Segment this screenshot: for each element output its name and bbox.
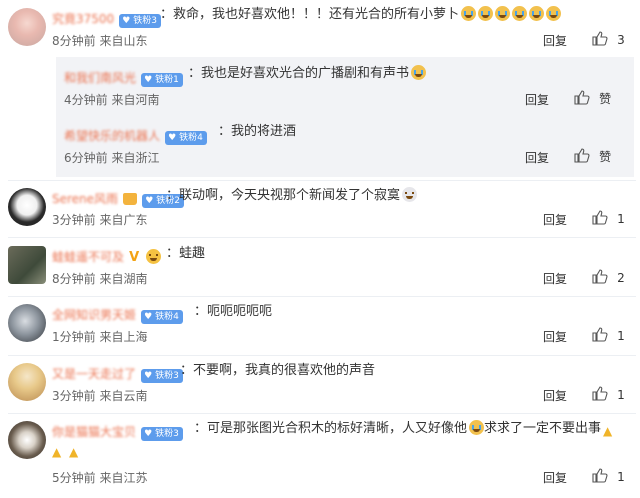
thumbs-up-icon bbox=[592, 468, 608, 483]
divider bbox=[8, 180, 636, 181]
crown-icon bbox=[123, 193, 138, 205]
reply-meta: 4分钟前 来自河南 bbox=[64, 93, 160, 107]
comment-header: 又是一天走过了 ♥ 铁粉3 bbox=[52, 363, 183, 383]
thumbs-up-icon bbox=[592, 31, 608, 46]
fan-badge-icon: ♥ bbox=[122, 16, 131, 26]
username-link[interactable]: 又是一天走过了 bbox=[52, 367, 136, 381]
fan-badge-icon: ♥ bbox=[145, 196, 154, 206]
fan-badge: ♥ 铁粉3 bbox=[141, 369, 183, 383]
praying-hands-icon: ▲ bbox=[603, 424, 613, 438]
thumbs-up-icon bbox=[592, 269, 608, 284]
praying-hands-icon: ▲ bbox=[52, 445, 62, 459]
praying-hands-icon: ▲ bbox=[69, 445, 79, 459]
thumbs-up-icon bbox=[574, 148, 590, 163]
comment-header: 你是猫猫大宝贝 ♥ 铁粉3 bbox=[52, 421, 183, 441]
reply-button[interactable]: 回复 bbox=[543, 328, 567, 345]
reply-button[interactable]: 回复 bbox=[543, 32, 567, 49]
thumbs-up-icon bbox=[574, 90, 590, 105]
comment-meta: 8分钟前 来自山东 bbox=[52, 34, 148, 48]
comment-text: ：不要啊，我真的很喜欢他的声音 bbox=[180, 363, 376, 378]
like-button[interactable]: 1 bbox=[592, 386, 625, 405]
fan-badge: ♥ 铁粉1 bbox=[141, 73, 183, 87]
reply-button[interactable]: 回复 bbox=[543, 387, 567, 404]
comment-meta: 1分钟前 来自上海 bbox=[52, 330, 148, 344]
comment-meta: 3分钟前 来自云南 bbox=[52, 389, 148, 403]
reply-button[interactable]: 回复 bbox=[543, 211, 567, 228]
comment-text: ：呃呃呃呃呃 bbox=[194, 304, 273, 319]
username-link[interactable]: 你是猫猫大宝贝 bbox=[52, 425, 136, 439]
reply-button[interactable]: 回复 bbox=[525, 149, 549, 166]
fan-badge: ♥ 铁粉4 bbox=[141, 310, 183, 324]
fan-badge-icon: ♥ bbox=[144, 75, 153, 85]
avatar[interactable] bbox=[8, 421, 46, 459]
thumbs-up-icon bbox=[592, 327, 608, 342]
reply-button[interactable]: 回复 bbox=[525, 91, 549, 108]
reply-text: ：我也是好喜欢光合的广播剧和有声书 bbox=[188, 65, 427, 83]
fan-badge-icon: ♥ bbox=[168, 133, 177, 143]
crying-emoji-icon bbox=[529, 6, 545, 21]
comment-text: ：可是那张图光合积木的标好清晰，人又好像他 求求了一定不要出事 ▲ bbox=[194, 420, 618, 438]
comment-header: 蛙蛙遥不可及 V bbox=[52, 246, 162, 265]
crying-emoji-icon bbox=[546, 6, 562, 21]
comment-header: 全网知识男天姬 ♥ 铁粉4 bbox=[52, 304, 183, 324]
fan-badge-icon: ♥ bbox=[144, 371, 153, 381]
reply-meta: 6分钟前 来自浙江 bbox=[64, 151, 160, 165]
like-button[interactable]: 赞 bbox=[574, 148, 611, 167]
avatar[interactable] bbox=[8, 246, 46, 284]
reply-header: 希望快乐的机器人 ♥ 铁粉4 bbox=[64, 125, 207, 145]
reply-text: ：我的将进酒 bbox=[218, 124, 297, 139]
comment-text: ：联动啊，今天央视那个新闻发了个寂寞 bbox=[166, 187, 418, 205]
divider bbox=[8, 296, 636, 297]
crying-emoji-icon bbox=[411, 65, 427, 80]
crying-emoji-icon bbox=[469, 420, 485, 435]
fan-badge-icon: ♥ bbox=[144, 429, 153, 439]
reply-button[interactable]: 回复 bbox=[543, 469, 567, 486]
thumbs-up-icon bbox=[592, 386, 608, 401]
comment-meta: 8分钟前 来自湖南 bbox=[52, 272, 148, 286]
like-button[interactable]: 1 bbox=[592, 210, 625, 229]
username-link[interactable]: 和我们南风光 bbox=[64, 71, 136, 85]
divider bbox=[8, 237, 636, 238]
comment-text: ：救命，我也好喜欢他！！！还有光合的所有小萝卜 bbox=[160, 6, 562, 24]
username-link[interactable]: 全网知识男天姬 bbox=[52, 308, 136, 322]
comment-meta: 3分钟前 来自广东 bbox=[52, 213, 148, 227]
username-link[interactable]: 希望快乐的机器人 bbox=[64, 129, 160, 143]
fan-badge-icon: ♥ bbox=[144, 312, 153, 322]
reply-button[interactable]: 回复 bbox=[543, 270, 567, 287]
crying-emoji-icon bbox=[461, 6, 477, 21]
username-link[interactable]: 蛙蛙遥不可及 bbox=[52, 250, 124, 264]
grinning-emoji-icon bbox=[146, 249, 162, 264]
divider bbox=[8, 355, 636, 356]
like-button[interactable]: 1 bbox=[592, 468, 625, 487]
comment-meta: 5分钟前 来自江苏 bbox=[52, 471, 148, 485]
like-button[interactable]: 3 bbox=[592, 31, 625, 50]
crying-emoji-icon bbox=[512, 6, 528, 21]
crying-emoji-icon bbox=[495, 6, 511, 21]
username-link[interactable]: Serene风雨 bbox=[52, 192, 118, 206]
fan-badge: ♥ 铁粉4 bbox=[165, 131, 207, 145]
avatar[interactable] bbox=[8, 304, 46, 342]
avatar[interactable] bbox=[8, 363, 46, 401]
v-verified-icon: V bbox=[129, 250, 140, 265]
shocked-emoji-icon bbox=[402, 187, 418, 202]
fan-badge: ♥ 铁粉3 bbox=[119, 14, 161, 28]
comment-text: ：蛙趣 bbox=[166, 246, 206, 261]
fan-badge: ♥ 铁粉3 bbox=[141, 427, 183, 441]
like-button[interactable]: 赞 bbox=[574, 90, 611, 109]
avatar[interactable] bbox=[8, 188, 46, 226]
thumbs-up-icon bbox=[592, 210, 608, 225]
crying-emoji-icon bbox=[478, 6, 494, 21]
username-link[interactable]: 究竟37500 bbox=[52, 12, 114, 26]
reply-header: 和我们南风光 ♥ 铁粉1 bbox=[64, 67, 183, 87]
like-button[interactable]: 1 bbox=[592, 327, 625, 346]
comment-header: 究竟37500 ♥ 铁粉3 bbox=[52, 8, 161, 28]
avatar[interactable] bbox=[8, 8, 46, 46]
divider bbox=[8, 413, 636, 414]
comment-text-continuation: ▲ ▲ bbox=[52, 441, 84, 459]
comment-header: Serene风雨 ♥ 铁粉2 bbox=[52, 188, 184, 208]
like-button[interactable]: 2 bbox=[592, 269, 625, 288]
